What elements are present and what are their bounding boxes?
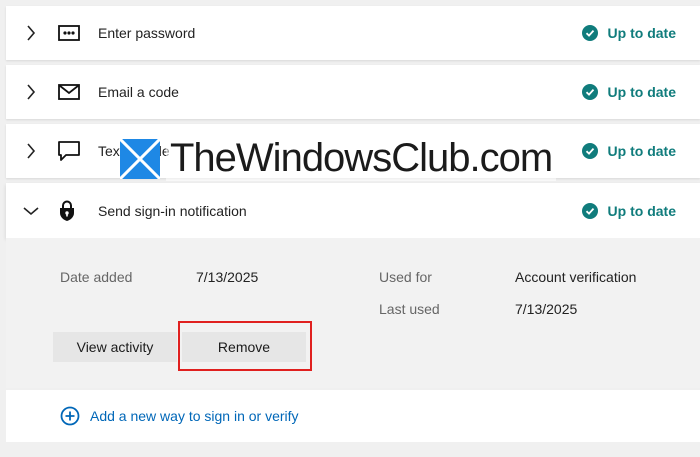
status-badge: Up to date [581,143,676,159]
check-circle-icon [581,25,598,41]
status-text: Up to date [607,84,676,100]
used-for-value: Account verification [515,269,637,285]
status-badge: Up to date [581,202,676,219]
used-for-label: Used for [379,269,432,285]
status-badge: Up to date [581,25,676,41]
highlight-annotation [178,321,312,371]
add-method-link[interactable]: Add a new way to sign in or verify [90,408,299,424]
method-row-email[interactable]: Email a code Up to date [6,65,700,119]
method-label: Text a code [98,143,170,159]
method-label: Send sign-in notification [98,202,247,219]
lock-shield-icon [58,200,96,222]
add-circle-icon[interactable] [60,406,80,426]
check-circle-icon [581,202,598,219]
chevron-right-icon[interactable] [6,84,56,100]
chevron-down-icon[interactable] [6,206,56,216]
status-text: Up to date [607,25,676,41]
method-details-panel: Date added 7/13/2025 Used for Account ve… [6,238,700,388]
method-label: Enter password [98,25,196,41]
envelope-icon [58,84,96,100]
method-row-notification[interactable]: Send sign-in notification Up to date [6,183,700,238]
last-used-label: Last used [379,301,440,317]
chevron-right-icon[interactable] [6,25,56,41]
chevron-right-icon[interactable] [6,143,56,159]
check-circle-icon [581,84,598,100]
password-dots-icon [58,25,96,41]
method-row-password[interactable]: Enter password Up to date [6,6,700,60]
view-activity-button[interactable]: View activity [53,332,177,362]
status-text: Up to date [607,143,676,159]
last-used-value: 7/13/2025 [515,301,578,317]
add-method-row[interactable]: Add a new way to sign in or verify [6,390,700,442]
status-text: Up to date [607,202,676,219]
date-added-label: Date added [60,269,133,285]
date-added-value: 7/13/2025 [196,269,259,285]
speech-bubble-icon [58,141,96,161]
check-circle-icon [581,143,598,159]
method-label: Email a code [98,84,179,100]
status-badge: Up to date [581,84,676,100]
method-row-text[interactable]: Text a code Up to date [6,124,700,178]
